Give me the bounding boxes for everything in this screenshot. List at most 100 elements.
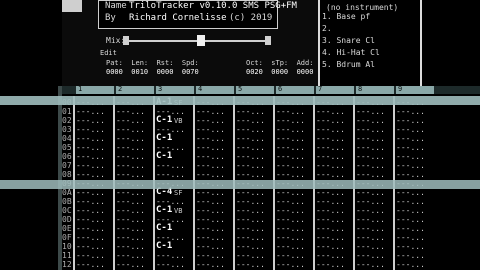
empty-cell[interactable]: ---... [196, 233, 225, 242]
empty-cell[interactable]: ---... [236, 242, 265, 251]
empty-cell[interactable]: ---... [316, 125, 345, 134]
empty-cell[interactable]: ---... [196, 206, 225, 215]
empty-cell[interactable]: ---... [76, 143, 105, 152]
empty-cell[interactable]: ---... [76, 206, 105, 215]
empty-cell[interactable]: ---... [356, 143, 385, 152]
instrument-item[interactable]: 4. Hi-Hat Cl [322, 48, 380, 58]
empty-cell[interactable]: ---... [276, 260, 305, 269]
empty-cell[interactable]: ---... [76, 107, 105, 116]
empty-cell[interactable]: ---... [276, 197, 305, 206]
empty-cell[interactable]: ---... [116, 161, 145, 170]
empty-cell[interactable]: ---... [356, 233, 385, 242]
empty-cell[interactable]: ---... [276, 242, 305, 251]
empty-cell[interactable]: ---... [236, 260, 265, 269]
note-cell[interactable]: C-1 [156, 241, 172, 251]
empty-cell[interactable]: ---... [316, 134, 345, 143]
empty-cell[interactable]: ---... [236, 134, 265, 143]
empty-cell[interactable]: ---... [76, 188, 105, 197]
empty-cell[interactable]: ---... [276, 206, 305, 215]
empty-cell[interactable]: ---... [276, 152, 305, 161]
empty-cell[interactable]: ---... [76, 152, 105, 161]
empty-cell[interactable]: ---... [236, 251, 265, 260]
empty-cell[interactable]: ---... [316, 233, 345, 242]
empty-cell[interactable]: ---... [76, 125, 105, 134]
mix-slider-knob[interactable] [197, 35, 205, 46]
empty-cell[interactable]: ---... [396, 116, 425, 125]
empty-cell[interactable]: ---... [156, 251, 185, 260]
empty-cell[interactable]: ---... [76, 215, 105, 224]
empty-cell[interactable]: ---... [76, 224, 105, 233]
empty-cell[interactable]: ---... [196, 251, 225, 260]
empty-cell[interactable]: ---... [356, 224, 385, 233]
empty-cell[interactable]: ---... [276, 134, 305, 143]
empty-cell[interactable]: ---... [316, 242, 345, 251]
empty-cell[interactable]: ---... [116, 116, 145, 125]
empty-cell[interactable]: ---... [116, 224, 145, 233]
empty-cell[interactable]: ---... [196, 197, 225, 206]
empty-cell[interactable]: ---... [276, 107, 305, 116]
empty-cell[interactable]: ---... [356, 125, 385, 134]
empty-cell[interactable]: ---... [276, 116, 305, 125]
empty-cell[interactable]: ---... [76, 161, 105, 170]
empty-cell[interactable]: ---... [156, 170, 185, 179]
empty-cell[interactable]: ---... [196, 224, 225, 233]
pattern-editor[interactable]: 123456789 00---...---...A-1SF---...---..… [0, 85, 480, 270]
empty-cell[interactable]: ---... [116, 215, 145, 224]
channel-header[interactable]: 9 [396, 85, 434, 94]
empty-cell[interactable]: ---... [356, 107, 385, 116]
empty-cell[interactable]: ---... [396, 107, 425, 116]
empty-cell[interactable]: ---... [116, 206, 145, 215]
empty-cell[interactable]: ---... [396, 143, 425, 152]
empty-cell[interactable]: ---... [236, 188, 265, 197]
empty-cell[interactable]: ---... [116, 125, 145, 134]
empty-cell[interactable]: ---... [356, 152, 385, 161]
empty-cell[interactable]: ---... [116, 242, 145, 251]
empty-cell[interactable]: ---... [276, 143, 305, 152]
empty-cell[interactable]: ---... [236, 170, 265, 179]
empty-cell[interactable]: ---... [316, 197, 345, 206]
note-cell[interactable]: C-1 [156, 151, 172, 161]
empty-cell[interactable]: ---... [76, 251, 105, 260]
empty-cell[interactable]: ---... [316, 161, 345, 170]
empty-cell[interactable]: ---... [396, 206, 425, 215]
empty-cell[interactable]: ---... [276, 188, 305, 197]
empty-cell[interactable]: ---... [356, 161, 385, 170]
empty-cell[interactable]: ---... [236, 161, 265, 170]
empty-cell[interactable]: ---... [116, 107, 145, 116]
note-cell[interactable]: C-1 [156, 205, 172, 215]
song-name-field[interactable]: TriloTracker v0.10.0 SMS PSG+FM [129, 1, 297, 11]
empty-cell[interactable]: ---... [156, 161, 185, 170]
instrument-item[interactable]: 2. [322, 24, 332, 34]
instrument-item[interactable]: 3. Snare Cl [322, 36, 375, 46]
empty-cell[interactable]: ---... [316, 260, 345, 269]
empty-cell[interactable]: ---... [196, 170, 225, 179]
channel-header[interactable]: 1 [76, 85, 114, 94]
empty-cell[interactable]: ---... [76, 116, 105, 125]
empty-cell[interactable]: ---... [116, 188, 145, 197]
empty-cell[interactable]: ---... [196, 116, 225, 125]
empty-cell[interactable]: ---... [316, 215, 345, 224]
empty-cell[interactable]: ---... [356, 197, 385, 206]
empty-cell[interactable]: ---... [396, 197, 425, 206]
empty-cell[interactable]: ---... [76, 134, 105, 143]
empty-cell[interactable]: ---... [276, 170, 305, 179]
empty-cell[interactable]: ---... [276, 215, 305, 224]
empty-cell[interactable]: ---... [396, 260, 425, 269]
empty-cell[interactable]: ---... [196, 152, 225, 161]
empty-cell[interactable]: ---... [316, 143, 345, 152]
empty-cell[interactable]: ---... [356, 188, 385, 197]
empty-cell[interactable]: ---... [396, 233, 425, 242]
empty-cell[interactable]: ---... [396, 125, 425, 134]
channel-header[interactable]: 3 [156, 85, 194, 94]
instrument-item[interactable]: 1. Base pf [322, 12, 370, 22]
empty-cell[interactable]: ---... [236, 116, 265, 125]
empty-cell[interactable]: ---... [116, 260, 145, 269]
empty-cell[interactable]: ---... [116, 233, 145, 242]
empty-cell[interactable]: ---... [76, 260, 105, 269]
channel-header[interactable]: 6 [276, 85, 314, 94]
empty-cell[interactable]: ---... [316, 251, 345, 260]
empty-cell[interactable]: ---... [236, 206, 265, 215]
empty-cell[interactable]: ---... [316, 206, 345, 215]
empty-cell[interactable]: ---... [116, 251, 145, 260]
empty-cell[interactable]: ---... [356, 206, 385, 215]
